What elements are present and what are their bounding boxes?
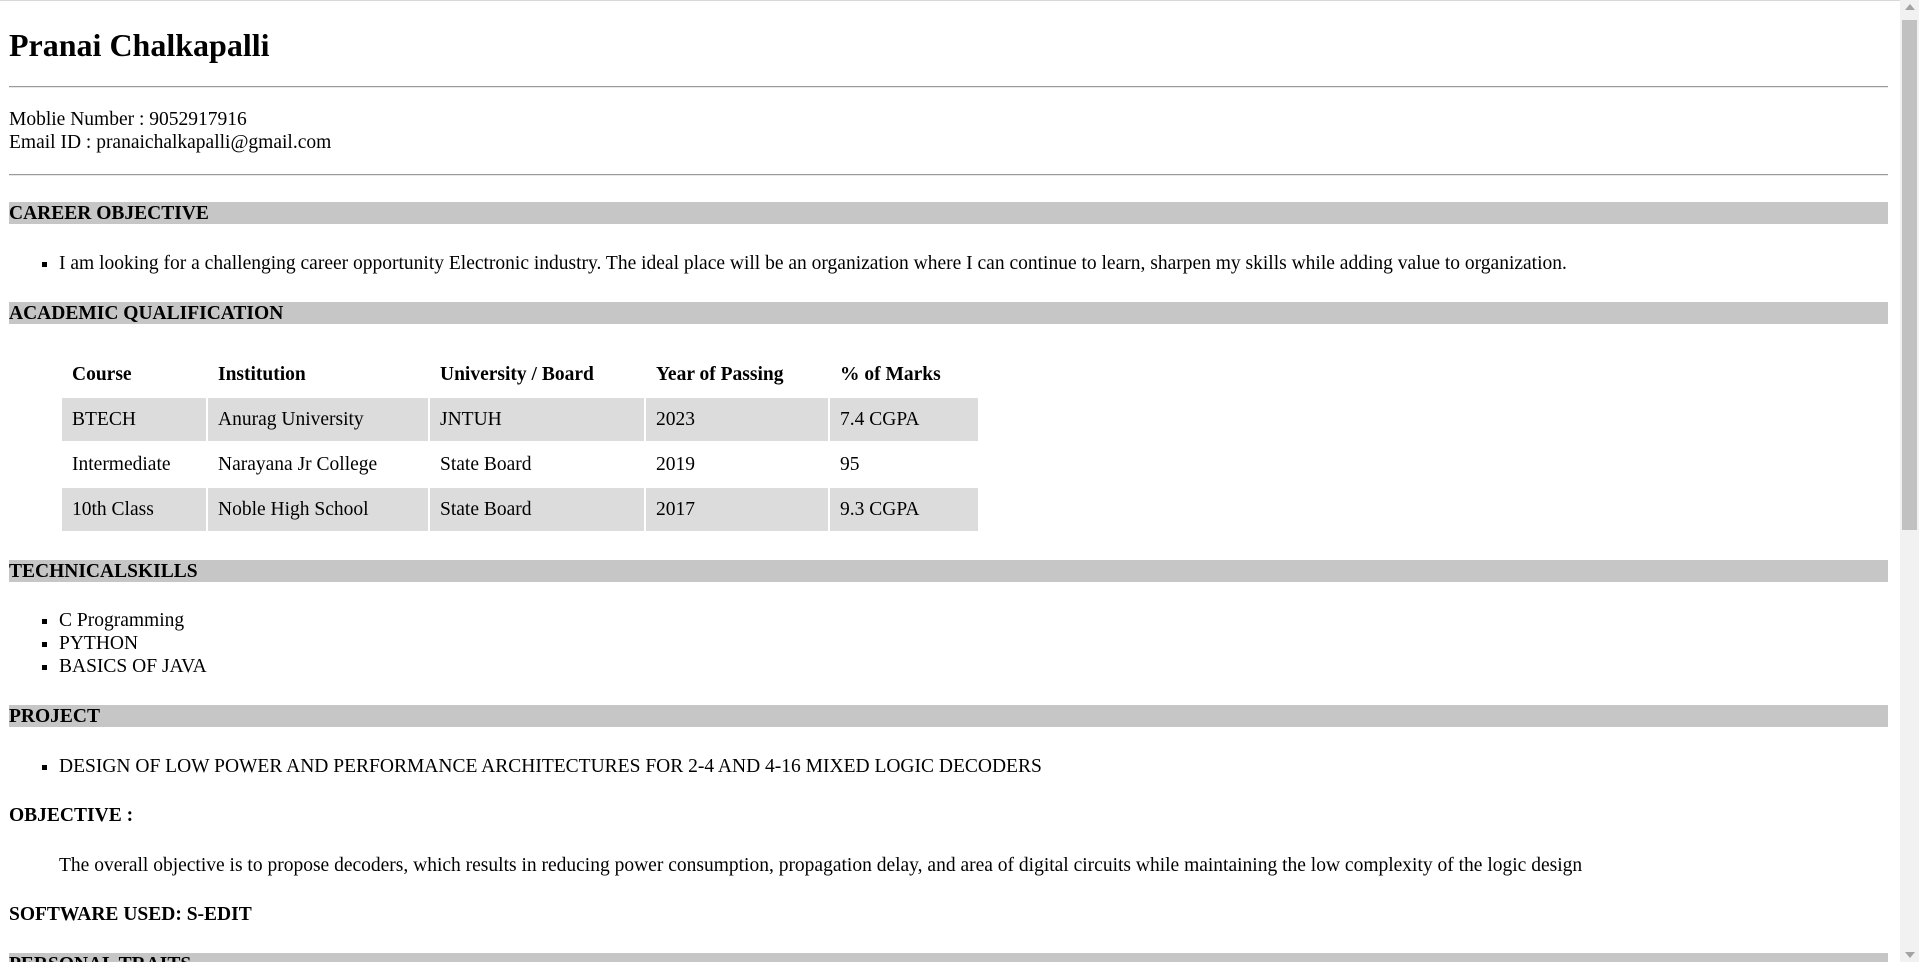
divider-top — [9, 86, 1888, 88]
list-item: PYTHON — [59, 632, 207, 655]
table-cell: JNTUH — [430, 398, 644, 441]
table-cell: 2023 — [646, 398, 828, 441]
table-cell: Narayana Jr College — [218, 453, 378, 475]
table-cell: 9.3 CGPA — [830, 488, 978, 531]
scroll-up-arrow-icon[interactable] — [1905, 4, 1915, 10]
table-cell: BTECH — [62, 398, 206, 441]
table-row: BTECH Anurag University JNTUH 2023 7.4 C… — [62, 398, 978, 441]
column-header-year: Year of Passing — [656, 364, 784, 385]
section-heading-technical-skills: TECHNICALSKILLS — [9, 560, 1888, 582]
software-used: SOFTWARE USED: S-EDIT — [9, 904, 252, 925]
column-header-institution: Institution — [218, 364, 306, 385]
table-cell: Noble High School — [208, 488, 428, 531]
list-item: DESIGN OF LOW POWER AND PERFORMANCE ARCH… — [59, 755, 1042, 778]
page-top-border — [0, 0, 1900, 1]
table-cell: State Board — [430, 488, 644, 531]
technical-skills-list: C Programming PYTHON BASICS OF JAVA — [9, 609, 207, 678]
resume-page: Pranai Chalkapalli Moblie Number : 90529… — [0, 0, 1919, 962]
mobile-number: Moblie Number : 9052917916 — [9, 109, 247, 130]
table-cell: 2017 — [646, 488, 828, 531]
table-cell: State Board — [440, 453, 532, 475]
column-header-course: Course — [72, 364, 132, 385]
table-cell: 7.4 CGPA — [830, 398, 978, 441]
table-row: Intermediate Narayana Jr College State B… — [62, 443, 978, 486]
table-cell: 95 — [840, 453, 860, 475]
table-cell: 2019 — [656, 453, 695, 475]
scroll-down-arrow-icon[interactable] — [1905, 952, 1915, 958]
table-row: 10th Class Noble High School State Board… — [62, 488, 978, 531]
column-header-university: University / Board — [440, 364, 594, 385]
candidate-name: Pranai Chalkapalli — [9, 27, 270, 63]
academic-table: Course Institution University / Board Ye… — [60, 352, 980, 533]
objective-text: The overall objective is to propose deco… — [59, 855, 1583, 876]
section-heading-project: PROJECT — [9, 705, 1888, 727]
contact-info: Moblie Number : 9052917916 Email ID : pr… — [9, 108, 331, 154]
objective-label: OBJECTIVE : — [9, 805, 134, 826]
list-item: BASICS OF JAVA — [59, 655, 207, 678]
section-heading-academic-qualification: ACADEMIC QUALIFICATION — [9, 302, 1888, 324]
project-list: DESIGN OF LOW POWER AND PERFORMANCE ARCH… — [9, 755, 1042, 778]
table-cell: 10th Class — [62, 488, 206, 531]
scroll-thumb[interactable] — [1902, 20, 1917, 530]
table-header-row: Course Institution University / Board Ye… — [62, 354, 978, 396]
section-heading-career-objective: CAREER OBJECTIVE — [9, 202, 1888, 224]
career-objective-list: I am looking for a challenging career op… — [9, 252, 1567, 275]
list-item: I am looking for a challenging career op… — [59, 252, 1567, 275]
email-id: Email ID : pranaichalkapalli@gmail.com — [9, 132, 332, 153]
vertical-scrollbar[interactable] — [1900, 0, 1919, 962]
column-header-marks: % of Marks — [840, 364, 941, 385]
table-cell: Anurag University — [208, 398, 428, 441]
list-item: C Programming — [59, 609, 207, 632]
section-heading-personal-traits: PERSONAL TRAITS — [9, 953, 1888, 962]
divider-contact — [9, 174, 1888, 176]
table-cell: Intermediate — [72, 453, 171, 475]
